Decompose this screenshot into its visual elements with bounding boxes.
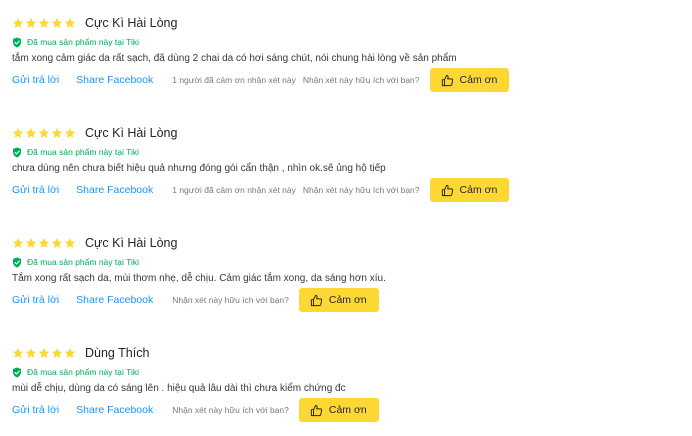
review-content: tắm xong cảm giác da rất sạch, đã dùng 2… bbox=[12, 53, 457, 64]
star-icon bbox=[12, 347, 24, 358]
star-icon bbox=[12, 237, 24, 248]
verified-purchase-label: Đã mua sản phẩm này tại Tiki bbox=[27, 257, 139, 267]
verified-purchase: Đã mua sản phẩm này tại Tiki bbox=[12, 146, 672, 158]
shield-check-icon bbox=[13, 147, 21, 157]
review-item: Cực Kì Hài Lòng Đã mua sản phẩm này tại … bbox=[12, 14, 672, 92]
review-content: chưa dùng nên chưa biết hiệu quả nhưng đ… bbox=[12, 163, 386, 174]
thanks-button[interactable]: Cảm ơn bbox=[298, 288, 379, 312]
shield-check-icon bbox=[13, 37, 21, 47]
reply-link[interactable]: Gửi trả lời bbox=[12, 294, 59, 306]
share-facebook-link[interactable]: Share Facebook bbox=[76, 404, 153, 416]
shield-check-icon bbox=[13, 367, 21, 377]
review-header: Cực Kì Hài Lòng bbox=[12, 14, 672, 32]
star-icon bbox=[25, 237, 37, 248]
star-icon bbox=[38, 127, 50, 138]
helpful-question: Nhận xét này hữu ích với bạn? bbox=[172, 405, 289, 415]
verified-purchase: Đã mua sản phẩm này tại Tiki bbox=[12, 366, 672, 378]
star-icon bbox=[25, 127, 37, 138]
helpful-question: Nhận xét này hữu ích với bạn? bbox=[172, 295, 289, 305]
rating-stars bbox=[12, 127, 76, 139]
review-title: Dùng Thích bbox=[85, 346, 150, 360]
review-header: Cực Kì Hài Lòng bbox=[12, 234, 672, 252]
star-icon bbox=[25, 17, 37, 28]
review-header: Dùng Thích bbox=[12, 344, 672, 362]
star-icon bbox=[51, 347, 63, 358]
star-icon bbox=[51, 237, 63, 248]
thanks-label: Cảm ơn bbox=[459, 184, 498, 196]
star-icon bbox=[64, 17, 76, 28]
thanks-label: Cảm ơn bbox=[328, 294, 367, 306]
review-actions: Gửi trả lời Share Facebook 1 người đã cả… bbox=[12, 68, 672, 92]
thanks-label: Cảm ơn bbox=[459, 74, 498, 86]
reply-link[interactable]: Gửi trả lời bbox=[12, 184, 59, 196]
review-title: Cực Kì Hài Lòng bbox=[85, 16, 178, 30]
star-icon bbox=[64, 347, 76, 358]
review-title: Cực Kì Hài Lòng bbox=[85, 126, 178, 140]
star-icon bbox=[25, 347, 37, 358]
verified-purchase: Đã mua sản phẩm này tại Tiki bbox=[12, 36, 672, 48]
verified-purchase: Đã mua sản phẩm này tại Tiki bbox=[12, 256, 672, 268]
review-content: Tắm xong rất sạch da, mùi thơm nhẹ, dễ c… bbox=[12, 273, 386, 284]
thanks-label: Cảm ơn bbox=[328, 404, 367, 416]
star-icon bbox=[51, 127, 63, 138]
review-item: Cực Kì Hài Lòng Đã mua sản phẩm này tại … bbox=[12, 234, 672, 312]
verified-purchase-label: Đã mua sản phẩm này tại Tiki bbox=[27, 147, 139, 157]
review-actions: Gửi trả lời Share Facebook Nhận xét này … bbox=[12, 288, 672, 312]
reply-link[interactable]: Gửi trả lời bbox=[12, 74, 59, 86]
star-icon bbox=[38, 237, 50, 248]
star-icon bbox=[64, 237, 76, 248]
thanks-button[interactable]: Cảm ơn bbox=[429, 178, 510, 202]
shield-check-icon bbox=[13, 257, 21, 267]
verified-purchase-label: Đã mua sản phẩm này tại Tiki bbox=[27, 367, 139, 377]
thanks-button[interactable]: Cảm ơn bbox=[298, 398, 379, 422]
star-icon bbox=[12, 17, 24, 28]
review-content: mùi dễ chịu, dùng da có sáng lên . hiệu … bbox=[12, 383, 346, 394]
star-icon bbox=[38, 347, 50, 358]
review-item: Cực Kì Hài Lòng Đã mua sản phẩm này tại … bbox=[12, 124, 672, 202]
star-icon bbox=[38, 17, 50, 28]
thanked-count: 1 người đã cảm ơn nhận xét này bbox=[172, 75, 296, 85]
thanks-button[interactable]: Cảm ơn bbox=[429, 68, 510, 92]
star-icon bbox=[64, 127, 76, 138]
thanked-count: 1 người đã cảm ơn nhận xét này bbox=[172, 185, 296, 195]
rating-stars bbox=[12, 17, 76, 29]
review-actions: Gửi trả lời Share Facebook 1 người đã cả… bbox=[12, 178, 672, 202]
star-icon bbox=[51, 17, 63, 28]
share-facebook-link[interactable]: Share Facebook bbox=[76, 294, 153, 306]
rating-stars bbox=[12, 237, 76, 249]
thumbs-up-icon bbox=[441, 74, 453, 86]
helpful-question: Nhận xét này hữu ích với bạn? bbox=[302, 185, 420, 195]
review-header: Cực Kì Hài Lòng bbox=[12, 124, 672, 142]
share-facebook-link[interactable]: Share Facebook bbox=[76, 74, 153, 86]
star-icon bbox=[12, 127, 24, 138]
reply-link[interactable]: Gửi trả lời bbox=[12, 404, 59, 416]
share-facebook-link[interactable]: Share Facebook bbox=[76, 184, 153, 196]
verified-purchase-label: Đã mua sản phẩm này tại Tiki bbox=[27, 37, 139, 47]
review-title: Cực Kì Hài Lòng bbox=[85, 236, 178, 250]
rating-stars bbox=[12, 347, 76, 359]
review-actions: Gửi trả lời Share Facebook Nhận xét này … bbox=[12, 398, 672, 422]
review-item: Dùng Thích Đã mua sản phẩm này tại Tiki … bbox=[12, 344, 672, 422]
thumbs-up-icon bbox=[441, 184, 453, 196]
thumbs-up-icon bbox=[310, 404, 323, 416]
helpful-question: Nhận xét này hữu ích với bạn? bbox=[302, 75, 420, 85]
thumbs-up-icon bbox=[310, 294, 323, 306]
